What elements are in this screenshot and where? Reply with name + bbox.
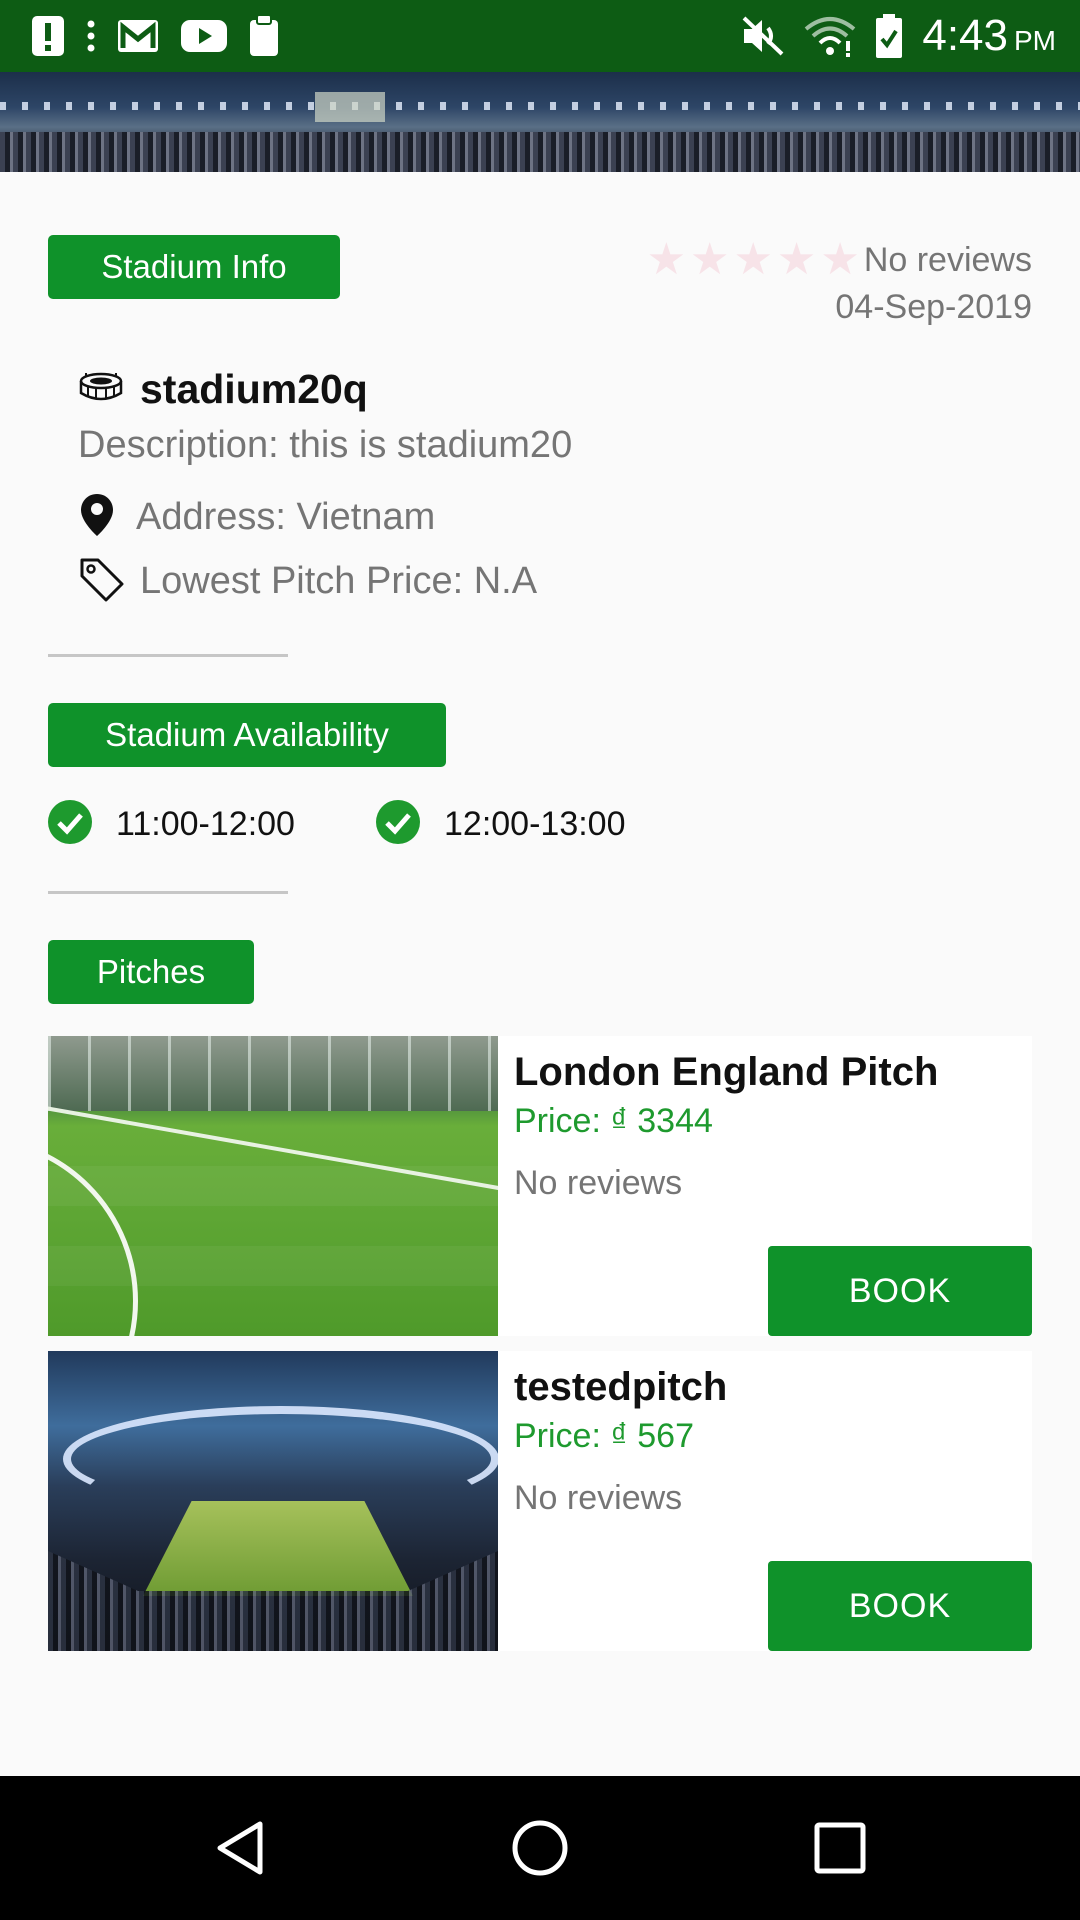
status-bar: 4:43 PM — [0, 0, 1080, 72]
stadium-info-header: Stadium Info — [48, 235, 340, 299]
pitch-reviews: No reviews — [514, 1479, 683, 1517]
slot-time: 11:00-12:00 — [116, 805, 295, 843]
stadium-description: Description: this is stadium20 — [78, 424, 573, 466]
pitch-image[interactable] — [48, 1351, 498, 1651]
clock-ampm: PM — [1014, 25, 1056, 56]
pitch-price: Price: ₫ 3344 — [514, 1102, 713, 1140]
battery-icon — [874, 13, 904, 59]
navigation-bar — [0, 1776, 1080, 1920]
stadium-icon — [78, 371, 124, 408]
pitch-card[interactable]: testedpitch Price: ₫ 567 No reviews BOOK — [48, 1351, 1032, 1651]
stadium-date: 04-Sep-2019 — [835, 288, 1032, 326]
gmail-icon — [116, 18, 160, 54]
stadium-name-row: stadium20q — [78, 366, 368, 413]
stadium-name: stadium20q — [140, 366, 368, 412]
alert-icon — [30, 14, 66, 58]
home-icon[interactable] — [510, 1818, 570, 1878]
location-pin-icon — [78, 492, 116, 543]
lowest-pitch-price: Lowest Pitch Price: N.A — [140, 560, 538, 602]
star-icon: ★ — [646, 235, 687, 284]
pitch-price: Price: ₫ 567 — [514, 1417, 694, 1455]
divider — [48, 654, 288, 657]
wifi-icon — [804, 15, 856, 57]
rating-block: ★ ★ ★ ★ ★ No reviews — [647, 236, 1032, 284]
price-tag-icon — [78, 556, 126, 607]
check-circle-icon — [48, 800, 92, 849]
lowest-price-row: Lowest Pitch Price: N.A — [78, 556, 537, 607]
stadium-banner-image — [0, 72, 1080, 172]
slot-time: 12:00-13:00 — [444, 805, 626, 843]
pitch-name: London England Pitch — [514, 1050, 939, 1094]
mute-icon — [740, 14, 786, 58]
rating-stars: ★ ★ ★ ★ ★ — [647, 236, 860, 284]
clock-time: 4:43 — [922, 11, 1008, 60]
youtube-icon — [180, 19, 228, 53]
back-icon[interactable] — [210, 1818, 270, 1878]
clipboard-icon — [248, 14, 280, 58]
availability-slot: 11:00-12:00 — [48, 800, 295, 849]
star-icon: ★ — [820, 235, 860, 284]
availability-header: Stadium Availability — [48, 703, 446, 767]
star-icon: ★ — [690, 235, 730, 284]
pitch-name: testedpitch — [514, 1365, 728, 1409]
pitch-reviews: No reviews — [514, 1164, 683, 1202]
star-icon: ★ — [776, 235, 817, 284]
book-button[interactable]: BOOK — [768, 1246, 1032, 1336]
stadium-address: Address: Vietnam — [136, 496, 436, 538]
star-icon: ★ — [733, 235, 773, 284]
more-vert-icon — [86, 19, 96, 53]
recents-icon[interactable] — [810, 1818, 870, 1878]
check-circle-icon — [376, 800, 420, 849]
availability-slot: 12:00-13:00 — [376, 800, 626, 849]
pitches-header: Pitches — [48, 940, 254, 1004]
divider — [48, 891, 288, 894]
pitch-image[interactable] — [48, 1036, 498, 1336]
rating-text: No reviews — [863, 240, 1032, 279]
pitch-card[interactable]: London England Pitch Price: ₫ 3344 No re… — [48, 1036, 1032, 1336]
book-button[interactable]: BOOK — [768, 1561, 1032, 1651]
address-row: Address: Vietnam — [78, 492, 435, 543]
